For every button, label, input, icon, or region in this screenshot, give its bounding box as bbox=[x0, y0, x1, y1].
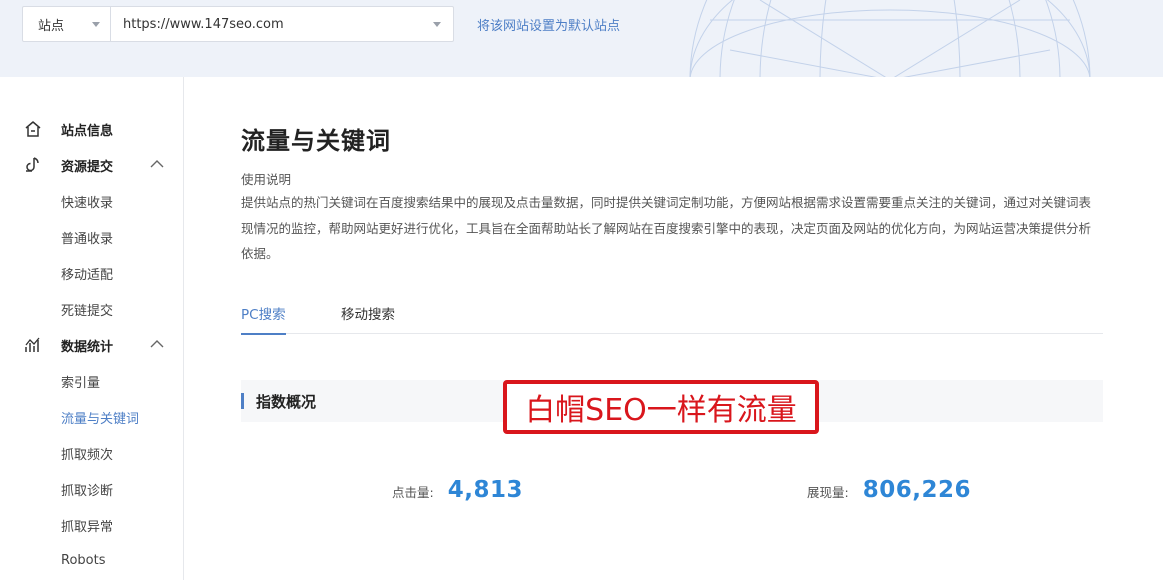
sidebar-group-label: 资源提交 bbox=[61, 159, 114, 175]
site-url-dropdown[interactable]: https://www.147seo.com bbox=[111, 7, 453, 41]
submit-icon bbox=[26, 157, 39, 172]
set-default-site-link[interactable]: 将该网站设置为默认站点 bbox=[477, 15, 620, 34]
usage-description: 提供站点的热门关键词在百度搜索结果中的展现及点击量数据，同时提供关键词定制功能，… bbox=[241, 195, 1092, 261]
chevron-down-icon bbox=[433, 21, 441, 27]
watermark-stamp: 白帽SEO一样有流量 bbox=[503, 380, 819, 434]
clicks-metric: 点击量: 4,813 bbox=[392, 477, 523, 503]
impressions-value: 806,226 bbox=[862, 477, 971, 503]
stats-icon bbox=[25, 337, 40, 352]
sidebar-group-data-stats[interactable]: 数据统计 bbox=[0, 333, 184, 357]
sidebar: 站点信息 资源提交 快速收录 普通收录 移动适配 死链提交 数据统计 索引量 流… bbox=[0, 77, 184, 580]
sidebar-item-mobile-adapt[interactable]: 移动适配 bbox=[61, 264, 113, 283]
site-selector: 站点 https://www.147seo.com bbox=[22, 6, 454, 42]
tab-pc-search[interactable]: PC搜索 bbox=[241, 303, 286, 335]
chevron-up-icon[interactable] bbox=[150, 159, 164, 169]
sidebar-item-fast-index[interactable]: 快速收录 bbox=[61, 192, 113, 211]
tab-mobile-search[interactable]: 移动搜索 bbox=[341, 303, 395, 333]
sidebar-item-normal-index[interactable]: 普通收录 bbox=[61, 228, 113, 247]
search-type-tabs: PC搜索 移动搜索 bbox=[241, 299, 1103, 335]
globe-decoration bbox=[689, 0, 1091, 77]
sidebar-group-label: 数据统计 bbox=[61, 339, 114, 355]
sidebar-item-crawl-errors[interactable]: 抓取异常 bbox=[61, 516, 113, 535]
impressions-label: 展现量: bbox=[807, 485, 849, 500]
site-type-label: 站点 bbox=[38, 18, 65, 34]
sidebar-item-dead-link[interactable]: 死链提交 bbox=[61, 300, 113, 319]
sidebar-item-traffic-keywords[interactable]: 流量与关键词 bbox=[61, 408, 139, 427]
top-site-bar: 站点 https://www.147seo.com 将该网站设置为默认站点 bbox=[0, 0, 1163, 77]
page-title: 流量与关键词 bbox=[241, 127, 391, 155]
impressions-metric: 展现量: 806,226 bbox=[807, 477, 971, 503]
home-icon bbox=[25, 121, 41, 137]
sidebar-item-index-volume[interactable]: 索引量 bbox=[61, 372, 100, 391]
clicks-value: 4,813 bbox=[447, 477, 523, 503]
site-url-value: https://www.147seo.com bbox=[123, 16, 284, 32]
sidebar-item-crawl-frequency[interactable]: 抓取频次 bbox=[61, 444, 113, 463]
sidebar-item-crawl-diagnosis[interactable]: 抓取诊断 bbox=[61, 480, 113, 499]
sidebar-group-site-info[interactable]: 站点信息 bbox=[0, 117, 184, 141]
site-type-dropdown[interactable]: 站点 bbox=[23, 7, 111, 41]
usage-title: 使用说明 bbox=[241, 172, 292, 187]
section-accent-bar bbox=[241, 393, 244, 409]
clicks-label: 点击量: bbox=[392, 485, 434, 500]
chevron-down-icon bbox=[92, 21, 100, 27]
overview-title: 指数概况 bbox=[256, 393, 317, 411]
sidebar-item-robots[interactable]: Robots bbox=[61, 553, 105, 568]
sidebar-group-label: 站点信息 bbox=[61, 123, 114, 139]
chevron-up-icon[interactable] bbox=[150, 339, 164, 349]
main-content: 流量与关键词 使用说明 提供站点的热门关键词在百度搜索结果中的展现及点击量数据，… bbox=[184, 77, 1163, 580]
sidebar-group-resource-submit[interactable]: 资源提交 bbox=[0, 153, 184, 177]
